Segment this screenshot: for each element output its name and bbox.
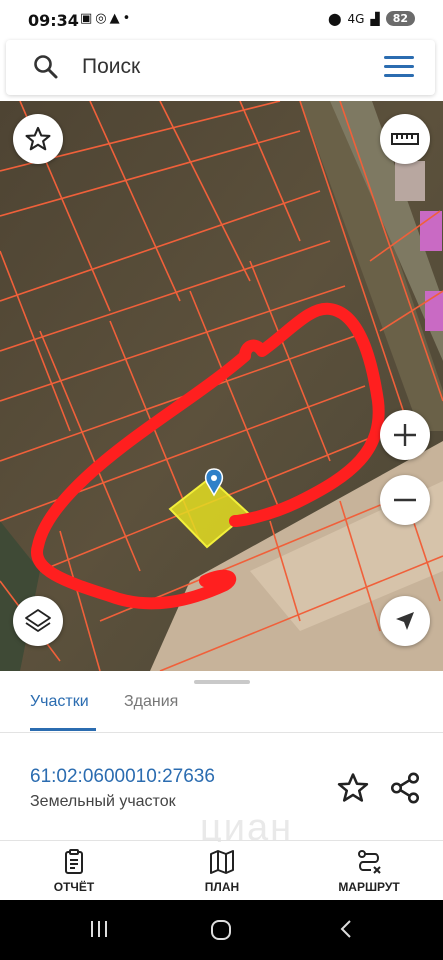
menu-icon[interactable] — [384, 56, 414, 78]
recent-apps-icon[interactable] — [88, 918, 110, 940]
add-favorite-star-icon[interactable] — [336, 771, 370, 805]
sheet-bottom-divider — [0, 840, 443, 841]
tabs-divider — [0, 732, 443, 733]
bottom-navigation: ОТЧЁТ ПЛАН МАРШРУТ — [0, 842, 443, 900]
zoom-in-button[interactable] — [380, 410, 430, 460]
zoom-out-button[interactable] — [380, 475, 430, 525]
star-icon — [25, 126, 51, 151]
favorites-button[interactable] — [13, 114, 63, 164]
nav-route-label: МАРШРУТ — [338, 880, 400, 894]
search-icon — [34, 55, 58, 79]
minus-icon — [394, 498, 416, 502]
nav-route[interactable]: МАРШРУТ — [314, 848, 424, 894]
search-bar[interactable]: Поиск — [6, 40, 435, 95]
parcel-cadastral-number[interactable]: 61:02:0600010:27636 — [30, 766, 215, 788]
parcel-type: Земельный участок — [30, 793, 176, 810]
active-tab-indicator — [30, 728, 96, 731]
sheet-drag-handle[interactable] — [194, 680, 250, 684]
nav-plan-label: ПЛАН — [204, 880, 240, 894]
home-icon[interactable] — [209, 918, 233, 942]
map-view[interactable] — [0, 101, 443, 671]
plus-icon — [394, 424, 416, 446]
sheet-tabs: Участки Здания — [0, 689, 443, 731]
layers-button[interactable] — [13, 596, 63, 646]
ruler-icon — [391, 133, 419, 145]
status-system-icons: ⬤ 4G ▟ 82 — [328, 11, 415, 26]
alert-icon: ▲ — [109, 11, 123, 26]
screen-record-icon: ▣ — [80, 11, 96, 26]
report-icon — [65, 849, 83, 874]
system-navigation-bar — [0, 900, 443, 960]
tab-plots[interactable]: Участки — [30, 693, 89, 711]
layers-icon — [25, 609, 51, 632]
network-label: 4G — [347, 11, 365, 26]
navigation-arrow-icon — [396, 612, 414, 630]
dot-icon: • — [122, 11, 134, 26]
nav-plan[interactable]: ПЛАН — [167, 848, 277, 894]
battery-indicator: 82 — [385, 11, 415, 26]
nav-report[interactable]: ОТЧЁТ — [19, 848, 129, 894]
satellite-map[interactable] — [0, 101, 443, 671]
location-icon: ⬤ — [328, 11, 342, 26]
status-time: 09:34 — [28, 11, 79, 30]
status-bar: 09:34 ▣◎▲• ⬤ 4G ▟ 82 — [0, 0, 443, 40]
status-notification-icons: ▣◎▲• — [80, 11, 133, 26]
back-icon[interactable] — [336, 918, 356, 940]
tab-buildings[interactable]: Здания — [124, 693, 178, 711]
share-icon[interactable] — [388, 771, 422, 805]
ruler-button[interactable] — [380, 114, 430, 164]
map-plan-icon — [210, 850, 234, 874]
route-icon — [358, 850, 381, 874]
search-input[interactable]: Поиск — [82, 55, 140, 79]
my-location-button[interactable] — [380, 596, 430, 646]
nav-report-label: ОТЧЁТ — [53, 880, 95, 894]
whatsapp-icon: ◎ — [95, 11, 110, 26]
signal-icon: ▟ — [370, 11, 380, 26]
